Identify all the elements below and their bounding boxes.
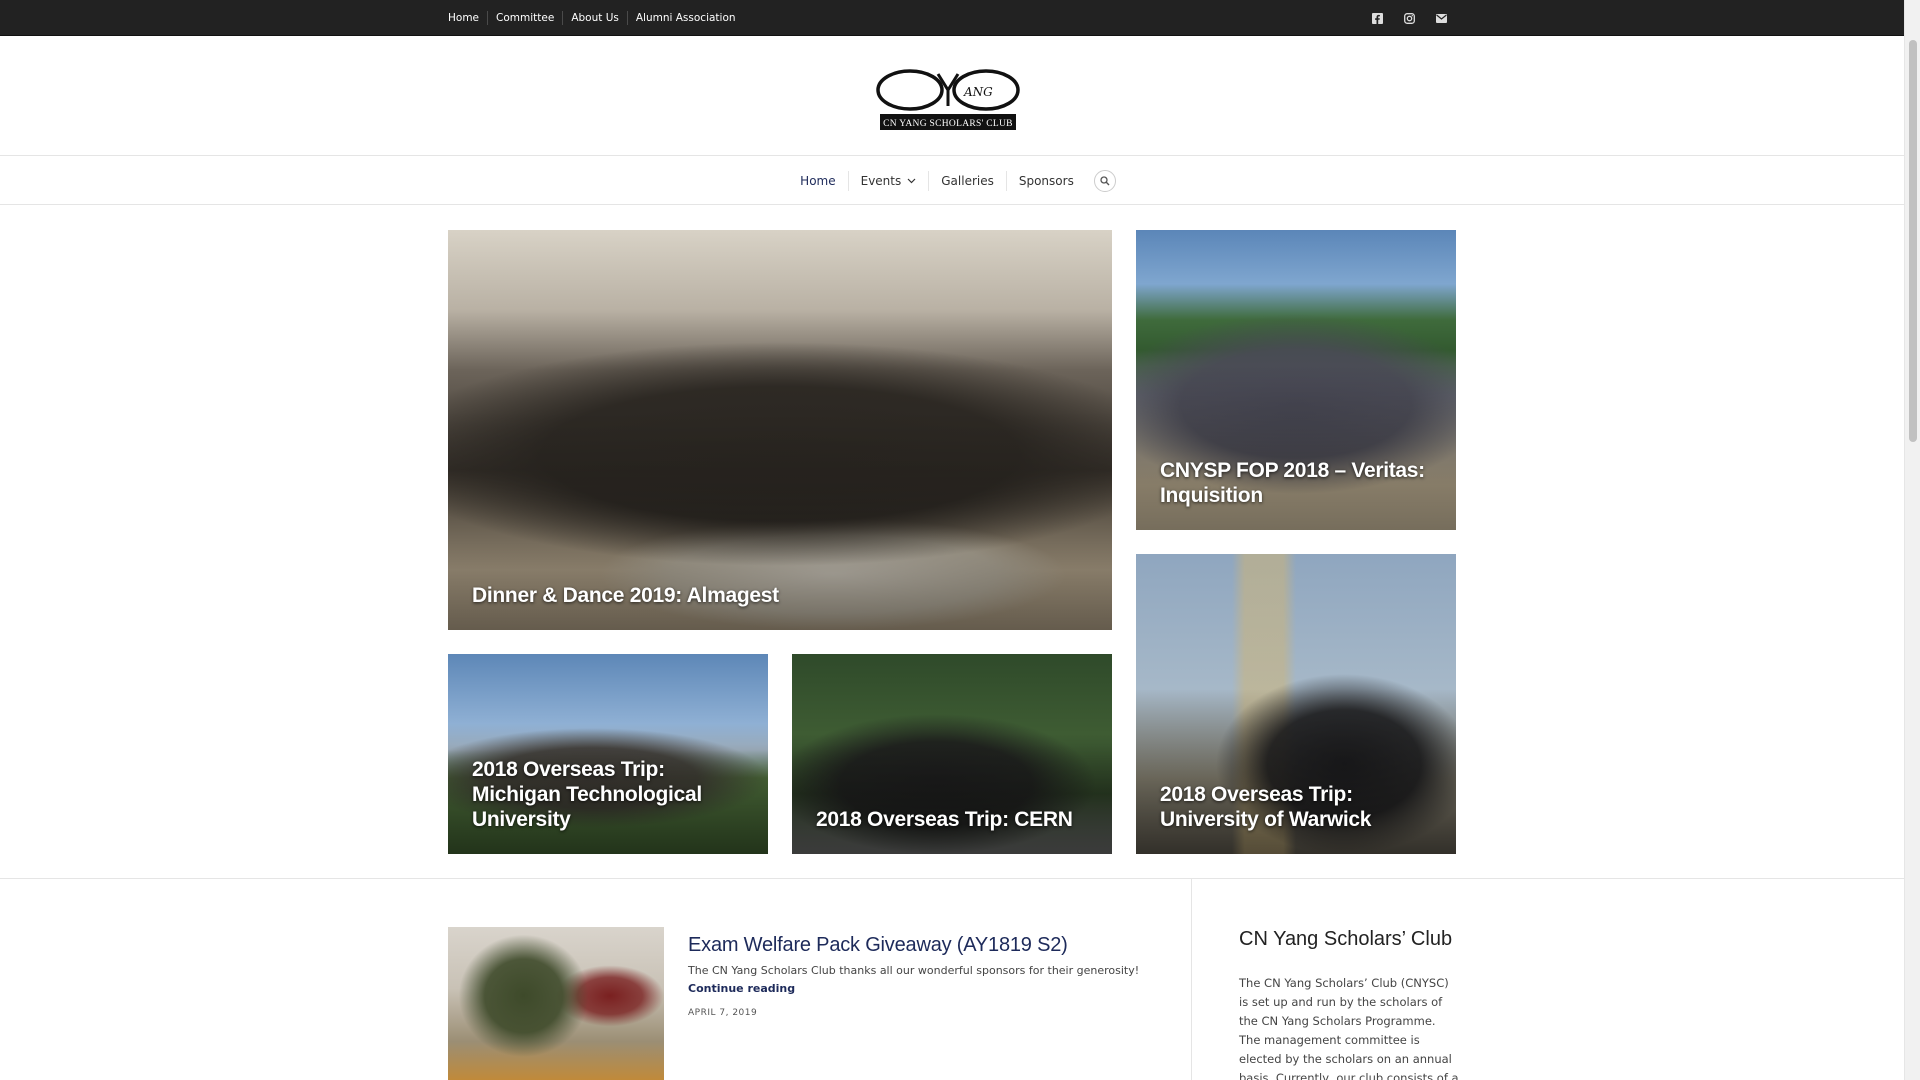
sidebar-title: CN Yang Scholars’ Club [1239,928,1453,950]
featured-overseas-warwick[interactable]: 2018 Overseas Trip: University of Warwic… [1136,554,1456,854]
nav-galleries-label: Galleries [941,173,994,188]
top-bar: Home Committee About Us Alumni Associati… [0,0,1904,36]
sidebar-divider [1191,879,1192,1080]
featured-title: 2018 Overseas Trip: CERN [816,808,1073,831]
post-excerpt: The CN Yang Scholars Club thanks all our… [688,964,1140,977]
sidebar-text: The CN Yang Scholars’ Club (CNYSC) is se… [1239,976,1459,1080]
featured-cnysp-fop-2018[interactable]: CNYSP FOP 2018 – Veritas: Inquisition [1136,230,1456,530]
top-nav-about-us[interactable]: About Us [562,11,627,25]
featured-title: 2018 Overseas Trip: University of Warwic… [1160,783,1372,831]
featured-overseas-michigan[interactable]: 2018 Overseas Trip: Michigan Technologic… [448,654,768,854]
site-logo[interactable]: ANG CN YANG SCHOLARS' CLUB [876,66,1020,136]
continue-reading-link[interactable]: Continue reading [688,982,795,995]
top-nav-alumni-association[interactable]: Alumni Association [626,11,744,25]
social-links [1368,9,1450,27]
scrollbar-thumb[interactable] [1909,40,1917,442]
search-icon [1100,175,1110,185]
mail-icon[interactable] [1432,9,1450,27]
post-thumbnail[interactable] [448,927,664,1080]
nav-galleries[interactable]: Galleries [928,170,1006,191]
nav-events[interactable]: Events [847,170,929,191]
featured-overseas-cern[interactable]: 2018 Overseas Trip: CERN [792,654,1112,854]
main-nav: Home Events Galleries Sponsors [0,157,1904,205]
nav-home-label: Home [800,173,836,188]
top-nav: Home Committee About Us Alumni Associati… [440,0,744,36]
nav-sponsors[interactable]: Sponsors [1005,170,1086,191]
featured-title: CNYSP FOP 2018 – Veritas: Inquisition [1160,459,1425,507]
nav-events-label: Events [860,173,902,188]
tile-shade [792,744,1112,854]
featured-title: 2018 Overseas Trip: Michigan Technologic… [472,758,702,831]
nav-home[interactable]: Home [788,171,847,191]
top-nav-committee[interactable]: Committee [487,11,562,25]
featured-dinner-dance-2019[interactable]: Dinner & Dance 2019: Almagest [448,230,1112,630]
page-scrollbar[interactable] [1904,0,1920,1080]
chevron-down-icon [907,178,916,183]
search-button[interactable] [1093,169,1116,192]
featured-title: Dinner & Dance 2019: Almagest [472,584,779,607]
top-nav-home[interactable]: Home [440,11,487,25]
svg-text:ANG: ANG [963,85,993,99]
nav-sponsors-label: Sponsors [1018,173,1074,188]
section-divider [0,878,1904,879]
facebook-icon[interactable] [1368,9,1386,27]
instagram-icon[interactable] [1400,9,1418,27]
site-header: ANG CN YANG SCHOLARS' CLUB [0,36,1904,156]
svg-text:CN YANG SCHOLARS' CLUB: CN YANG SCHOLARS' CLUB [883,119,1013,129]
post-title[interactable]: Exam Welfare Pack Giveaway (AY1819 S2) [688,934,1068,957]
post-date: APRIL 7, 2019 [688,1008,758,1018]
